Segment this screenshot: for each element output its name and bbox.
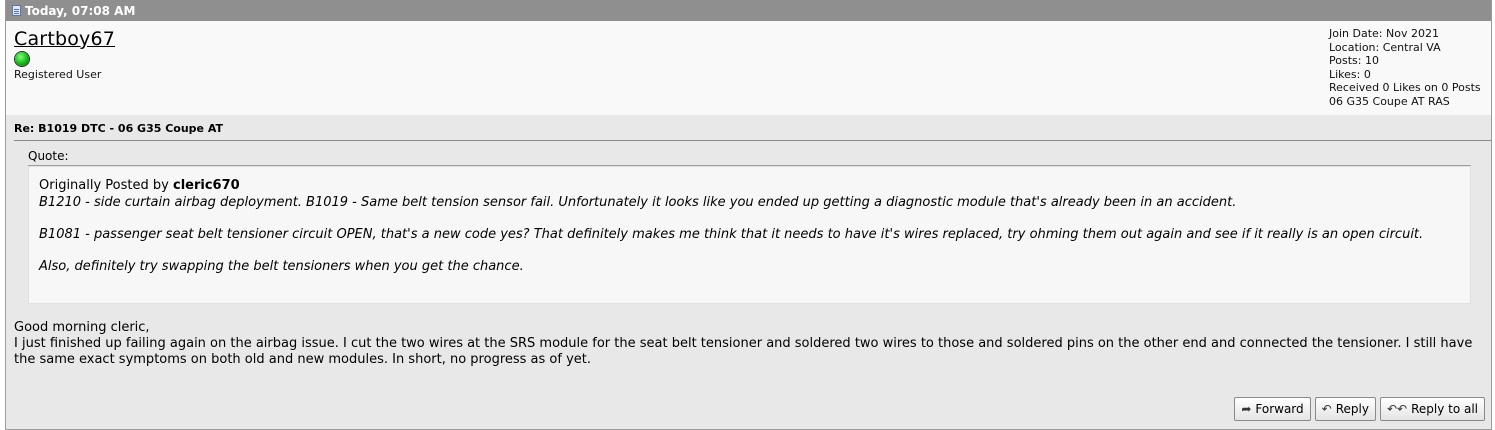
reply-all-button[interactable]: ↶↶ Reply to all — [1379, 397, 1485, 421]
join-date: Join Date: Nov 2021 — [1329, 27, 1439, 40]
online-status-icon — [15, 52, 29, 66]
user-title: Registered User — [14, 68, 102, 81]
forward-arrow-icon: ➦ — [1241, 402, 1252, 416]
post-actions: ➦ Forward ↶ Reply ↶↶ Reply to all — [1234, 397, 1485, 421]
reply-arrow-icon: ↶ — [1321, 402, 1332, 416]
quote-origin-label: Originally Posted by — [39, 178, 169, 193]
post-header: Today, 07:08 AM — [6, 0, 1491, 21]
document-icon — [12, 5, 21, 16]
message-body: I just finished up failing again on the … — [14, 336, 1473, 367]
reply-label: Reply — [1335, 402, 1369, 416]
forward-label: Forward — [1255, 402, 1304, 416]
post-container: Today, 07:08 AM Cartboy67 Registered Use… — [5, 0, 1492, 430]
post-count: Posts: 10 — [1329, 54, 1379, 68]
quote-text: B1210 - side curtain airbag deployment. … — [39, 195, 1439, 291]
reply-button[interactable]: ↶ Reply — [1314, 397, 1376, 421]
like-count: Likes: 0 — [1329, 67, 1371, 81]
reply-all-label: Reply to all — [1411, 402, 1478, 416]
user-info-bar: Cartboy67 Registered User Join Date: Nov… — [6, 21, 1491, 115]
location: Location: Central VA — [1329, 40, 1441, 54]
title-divider — [14, 140, 1491, 141]
quote-author: cleric670 — [172, 178, 240, 193]
post-message: Good morning cleric, I just finished up … — [14, 320, 1474, 368]
forward-button[interactable]: ➦ Forward — [1234, 397, 1311, 421]
post-date: Today, 07:08 AM — [25, 3, 136, 18]
reply-all-arrow-icon: ↶↶ — [1386, 402, 1408, 416]
quote-paragraph: Also, definitely try swapping the belt t… — [39, 259, 524, 274]
user-signature: 06 G35 Coupe AT RAS — [1329, 94, 1450, 108]
quote-label: Quote: — [28, 149, 69, 163]
quote-origin: Originally Posted by cleric670 — [39, 178, 240, 193]
user-stats: Join Date: Nov 2021 Location: Central VA… — [1329, 27, 1485, 109]
message-greeting: Good morning cleric, — [14, 320, 150, 335]
quote-paragraph: B1081 - passenger seat belt tensioner ci… — [39, 227, 1424, 242]
received-likes: Received 0 Likes on 0 Posts — [1329, 81, 1481, 95]
username-link[interactable]: Cartboy67 — [14, 28, 115, 50]
quote-paragraph: B1210 - side curtain airbag deployment. … — [39, 195, 1237, 210]
quote-box: Originally Posted by cleric670 B1210 - s… — [28, 166, 1471, 304]
post-title: Re: B1019 DTC - 06 G35 Coupe AT — [14, 122, 224, 135]
